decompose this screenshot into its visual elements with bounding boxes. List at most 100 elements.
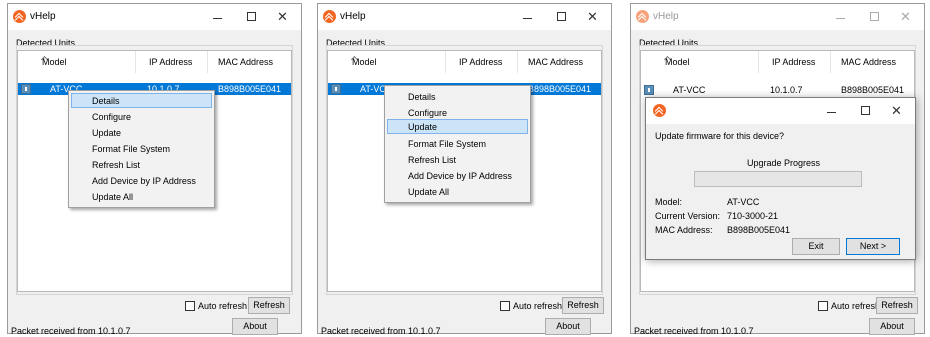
vhelp-app-icon [13, 10, 26, 23]
menu-item-configure[interactable]: Configure [387, 105, 528, 120]
column-header-model[interactable]: Model [18, 51, 136, 73]
maximize-button[interactable] [549, 7, 575, 27]
update-prompt: Update firmware for this device? [655, 131, 785, 141]
upgrade-progress-bar [694, 171, 862, 187]
list-header: Model IP Address MAC Address [18, 51, 291, 73]
menu-item-details[interactable]: Details [71, 93, 212, 108]
device-model: AT-VC [360, 84, 386, 94]
menu-item-add-device-by-ip[interactable]: Add Device by IP Address [387, 168, 528, 183]
menu-item-format-file-system[interactable]: Format File System [387, 136, 528, 151]
device-ip: 10.1.0.7 [770, 85, 803, 95]
menu-item-details[interactable]: Details [387, 89, 528, 104]
minimize-icon [523, 18, 532, 19]
title-bar[interactable]: vHelp ✕ [8, 4, 301, 30]
device-icon [21, 84, 31, 94]
auto-refresh-checkbox[interactable] [500, 301, 510, 311]
status-text: Packet received from 10.1.0.7 [321, 326, 441, 336]
column-header-ip[interactable]: IP Address [136, 51, 208, 73]
column-header-model[interactable]: Model [328, 51, 446, 73]
menu-item-refresh-list[interactable]: Refresh List [71, 157, 212, 172]
close-button[interactable]: ✕ [885, 101, 911, 121]
title-bar[interactable]: vHelp ✕ [631, 4, 924, 30]
close-icon: ✕ [277, 9, 288, 24]
column-header-model[interactable]: Model [641, 51, 759, 73]
context-menu: Details Configure Update Format File Sys… [384, 85, 531, 203]
close-button[interactable]: ✕ [271, 7, 297, 27]
about-button[interactable]: About [869, 318, 915, 335]
auto-refresh-checkbox[interactable] [185, 301, 195, 311]
window-title: vHelp [340, 11, 366, 22]
maximize-button[interactable] [853, 101, 879, 121]
close-icon: ✕ [587, 9, 598, 24]
list-header: Model IP Address MAC Address [328, 51, 601, 73]
menu-item-update-all[interactable]: Update All [387, 184, 528, 199]
maximize-icon [557, 12, 566, 21]
minimize-button[interactable] [819, 101, 845, 121]
upgrade-progress-label: Upgrade Progress [747, 158, 821, 168]
minimize-button[interactable] [515, 7, 541, 27]
close-icon: ✕ [900, 9, 911, 24]
vhelp-app-icon [636, 10, 649, 23]
vhelp-app-icon [653, 104, 666, 117]
refresh-button[interactable]: Refresh [248, 297, 290, 314]
about-button[interactable]: About [545, 318, 591, 335]
vhelp-app-icon [323, 10, 336, 23]
device-row[interactable]: AT-VCC 10.1.0.7 B898B005E041 [641, 84, 914, 96]
device-model: AT-VCC [673, 85, 706, 95]
status-text: Packet received from 10.1.0.7 [11, 326, 131, 336]
maximize-icon [861, 106, 870, 115]
column-header-mac[interactable]: MAC Address [208, 51, 291, 73]
maximize-button[interactable] [239, 7, 265, 27]
menu-item-configure[interactable]: Configure [71, 109, 212, 124]
about-button[interactable]: About [232, 318, 278, 335]
next-button[interactable]: Next > [846, 238, 900, 255]
exit-button[interactable]: Exit [792, 238, 840, 255]
maximize-icon [870, 12, 879, 21]
minimize-button[interactable] [205, 7, 231, 27]
status-text: Packet received from 10.1.0.7 [634, 326, 754, 336]
menu-item-update[interactable]: Update [387, 119, 528, 134]
auto-refresh-label: Auto refresh [513, 301, 563, 311]
device-mac: B898B005E041 [218, 84, 282, 94]
dialog-title-bar[interactable]: ✕ [646, 98, 915, 124]
menu-item-add-device-by-ip[interactable]: Add Device by IP Address [71, 173, 212, 188]
column-header-ip[interactable]: IP Address [446, 51, 518, 73]
minimize-icon [836, 18, 845, 19]
device-icon [331, 84, 341, 94]
auto-refresh-label: Auto refresh [831, 301, 881, 311]
menu-item-refresh-list[interactable]: Refresh List [387, 152, 528, 167]
minimize-button[interactable] [828, 7, 854, 27]
window-title: vHelp [653, 11, 679, 22]
device-mac: B898B005E041 [528, 84, 592, 94]
maximize-button[interactable] [862, 7, 888, 27]
menu-item-update-all[interactable]: Update All [71, 189, 212, 204]
update-firmware-dialog: ✕ Update firmware for this device? Upgra… [645, 97, 916, 260]
context-menu: Details Configure Update Format File Sys… [68, 90, 215, 208]
close-icon: ✕ [891, 103, 902, 118]
maximize-icon [247, 12, 256, 21]
model-label: Model: [655, 197, 683, 207]
column-header-ip[interactable]: IP Address [759, 51, 831, 73]
menu-item-format-file-system[interactable]: Format File System [71, 141, 212, 156]
minimize-icon [213, 18, 222, 19]
auto-refresh-label: Auto refresh [198, 301, 248, 311]
device-mac: B898B005E041 [841, 85, 905, 95]
window-title: vHelp [30, 11, 56, 22]
menu-item-update[interactable]: Update [71, 125, 212, 140]
refresh-button[interactable]: Refresh [876, 297, 918, 314]
list-header: Model IP Address MAC Address [641, 51, 914, 73]
title-bar[interactable]: vHelp ✕ [318, 4, 611, 30]
model-value: AT-VCC [727, 197, 760, 207]
column-header-mac[interactable]: MAC Address [518, 51, 601, 73]
close-button[interactable]: ✕ [581, 7, 607, 27]
column-header-mac[interactable]: MAC Address [831, 51, 914, 73]
mac-address-label: MAC Address: [655, 225, 713, 235]
refresh-button[interactable]: Refresh [562, 297, 604, 314]
minimize-icon [827, 112, 836, 113]
current-version-value: 710-3000-21 [727, 211, 779, 221]
close-button[interactable]: ✕ [894, 7, 920, 27]
mac-address-value: B898B005E041 [727, 225, 791, 235]
device-icon [644, 85, 654, 95]
auto-refresh-checkbox[interactable] [818, 301, 828, 311]
current-version-label: Current Version: [655, 211, 721, 221]
